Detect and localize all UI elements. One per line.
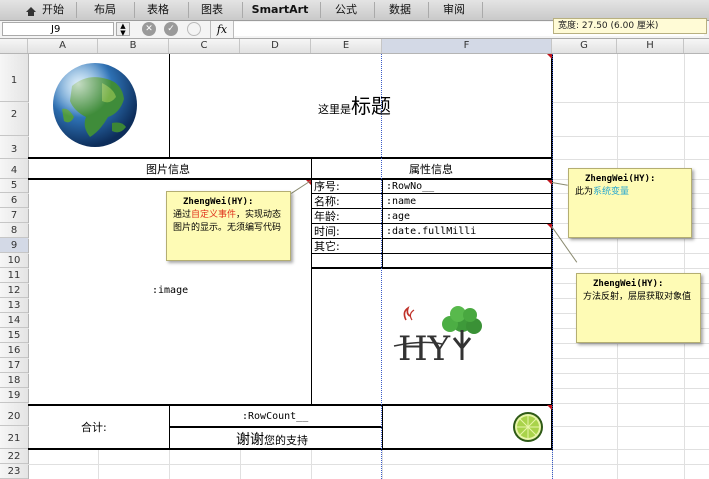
- row-header[interactable]: 5: [0, 179, 28, 193]
- row-header[interactable]: 22: [0, 449, 28, 464]
- thanks-text: 谢谢您的支持: [236, 429, 308, 449]
- tab-smartart[interactable]: SmartArt: [246, 0, 314, 20]
- row-header[interactable]: 10: [0, 253, 28, 268]
- column-header-c[interactable]: C: [169, 39, 240, 53]
- row-header[interactable]: 11: [0, 268, 28, 283]
- column-selection-edge: [552, 54, 553, 479]
- column-header-g[interactable]: G: [552, 39, 617, 53]
- row-header[interactable]: 13: [0, 298, 28, 313]
- attr-section-header: 属性信息: [409, 163, 453, 176]
- tab-charts[interactable]: 图表: [192, 0, 232, 20]
- tab-data[interactable]: 数据: [380, 0, 420, 20]
- comment-marker[interactable]: [547, 405, 552, 410]
- home-icon: [26, 7, 36, 16]
- select-all-corner[interactable]: [0, 39, 28, 53]
- comment-text: 通过: [173, 210, 192, 220]
- attr-label-age: 年龄:: [314, 210, 340, 223]
- column-header-b[interactable]: B: [98, 39, 169, 53]
- row-header[interactable]: 19: [0, 388, 28, 403]
- enter-icon[interactable]: ✓: [164, 22, 178, 36]
- tab-home-label: 开始: [42, 3, 64, 16]
- row-header[interactable]: 21: [0, 426, 28, 449]
- comment-leader: [551, 182, 568, 186]
- row-header[interactable]: 23: [0, 464, 28, 479]
- attr-value-age[interactable]: :age: [386, 211, 410, 223]
- column-width-tooltip: 宽度: 27.50 (6.00 厘米): [553, 18, 707, 34]
- comment-text: 此为: [575, 187, 594, 197]
- row-header[interactable]: 7: [0, 208, 28, 223]
- tab-formulas[interactable]: 公式: [326, 0, 366, 20]
- comment-author: ZhengWei(HY):: [183, 197, 254, 207]
- row-header[interactable]: 17: [0, 358, 28, 373]
- row-header[interactable]: 8: [0, 223, 28, 238]
- comment-box-time[interactable]: ZhengWei(HY): 方法反射，层层获取对象值: [576, 273, 701, 343]
- attr-value-name[interactable]: :name: [386, 196, 416, 208]
- comment-author: ZhengWei(HY):: [585, 174, 656, 184]
- row-header[interactable]: 16: [0, 343, 28, 358]
- row-header-bar: 1 2 3 4 5 6 7 8 9 10 11 12 13 14 15 16 1…: [0, 54, 29, 479]
- row-header[interactable]: 3: [0, 136, 28, 159]
- column-header-h[interactable]: H: [617, 39, 684, 53]
- attr-label-name: 名称:: [314, 195, 340, 208]
- attr-label-serial: 序号:: [314, 180, 340, 193]
- comment-text: 方法反射，层层获取对象值: [583, 292, 692, 302]
- row-header[interactable]: 14: [0, 313, 28, 328]
- row-header[interactable]: 9: [0, 238, 28, 253]
- row-header[interactable]: 6: [0, 193, 28, 208]
- comment-box-image[interactable]: ZhengWei(HY): 通过自定义事件，实现动态图片的显示。无须编写代码: [166, 191, 291, 261]
- svg-text:HY: HY: [398, 329, 451, 368]
- title-main: 标题: [351, 94, 391, 118]
- row-header[interactable]: 2: [0, 102, 28, 136]
- image-section-header: 图片信息: [146, 163, 190, 176]
- thanks-small: 您的支持: [264, 434, 308, 447]
- globe-image[interactable]: [52, 61, 138, 149]
- comment-box-serial[interactable]: ZhengWei(HY): 此为系统变量: [568, 168, 692, 238]
- attr-value-time[interactable]: :date.fullMilli: [386, 226, 476, 238]
- comment-highlight: 系统变量: [593, 187, 630, 197]
- page-title: 这里是标题: [318, 90, 391, 119]
- comment-author: ZhengWei(HY):: [593, 279, 664, 289]
- circle-icon[interactable]: [187, 22, 201, 36]
- image-placeholder: :image: [152, 285, 189, 296]
- attr-value-serial[interactable]: :RowNo__: [386, 181, 434, 193]
- title-prefix: 这里是: [318, 103, 351, 116]
- thanks-big: 谢谢: [236, 432, 264, 448]
- tab-layout[interactable]: 布局: [80, 0, 130, 20]
- tab-review[interactable]: 审阅: [434, 0, 474, 20]
- column-header-a[interactable]: A: [28, 39, 98, 53]
- column-header-e[interactable]: E: [311, 39, 382, 53]
- insert-function-button[interactable]: fx: [210, 21, 234, 38]
- row-header[interactable]: 1: [0, 54, 28, 102]
- tab-home[interactable]: 开始: [18, 0, 72, 20]
- attr-label-time: 时间:: [314, 225, 340, 238]
- row-header[interactable]: 12: [0, 283, 28, 298]
- name-box[interactable]: J9: [2, 22, 114, 36]
- column-header-bar: A B C D E F G H: [0, 39, 709, 54]
- attr-label-other: 其它:: [314, 240, 340, 253]
- comment-highlight: 自定义事件: [191, 210, 237, 220]
- column-header-d[interactable]: D: [240, 39, 311, 53]
- total-label: 合计:: [81, 421, 107, 434]
- row-header[interactable]: 4: [0, 159, 28, 179]
- row-count-value[interactable]: :RowCount__: [242, 411, 308, 422]
- row-header[interactable]: 20: [0, 403, 28, 426]
- tab-tables[interactable]: 表格: [138, 0, 178, 20]
- name-box-stepper[interactable]: ▲ ▼: [116, 22, 130, 37]
- comment-marker[interactable]: [547, 54, 552, 59]
- row-header[interactable]: 15: [0, 328, 28, 343]
- row-header[interactable]: 18: [0, 373, 28, 388]
- column-header-f[interactable]: F: [382, 39, 552, 53]
- hy-logo[interactable]: HY: [392, 302, 492, 368]
- cancel-icon[interactable]: ✕: [142, 22, 156, 36]
- lime-icon[interactable]: [511, 411, 547, 443]
